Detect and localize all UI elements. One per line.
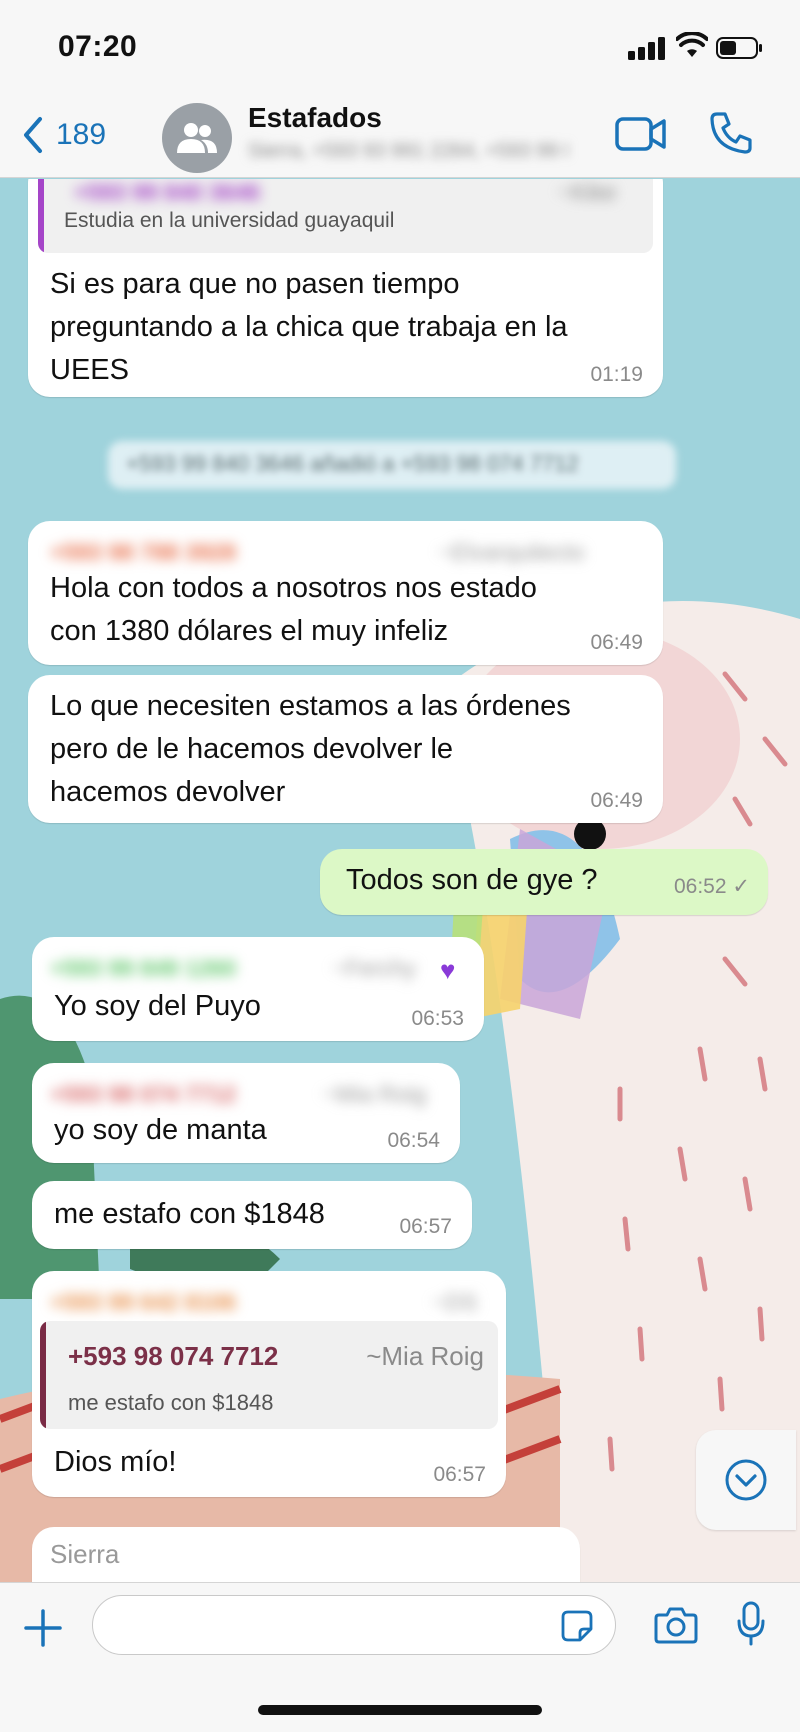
chat-header: 189 Estafados Sierra, +593 93 991 2264, … [0,92,800,178]
message-bubble-6[interactable]: +593 98 074 7712 ~Mia Roig yo soy de man… [32,1063,460,1163]
message-text-line: me estafo con $1848 [54,1198,325,1230]
message-sender: +593 99 642 8106 [50,1289,237,1315]
message-sender-alias: ~DS [432,1289,478,1315]
message-composer [0,1582,800,1732]
message-time: 06:52 [673,875,727,898]
message-bubble-8[interactable]: +593 99 642 8106 ~DS +593 98 074 7712 ~M… [32,1271,506,1497]
message-text-line: Hola con todos a nosotros nos estado [50,572,537,604]
message-sender: +593 99 849 1260 [50,955,237,981]
message-text-line: Todos son de gye ? [346,864,598,896]
scroll-to-bottom-button[interactable] [696,1430,796,1530]
message-time: 01:19 [590,363,643,386]
message-input[interactable] [92,1595,616,1655]
message-text-line: Dios mío! [54,1446,177,1478]
status-bar: 07:20 [0,0,800,92]
message-text-line: yo soy de manta [54,1114,267,1146]
message-bubble-2[interactable]: +593 98 788 3928 ~Elvarquitecto Hola con… [28,521,663,665]
message-text-line: pero de le hacemos devolver le [50,733,454,765]
quoted-text: Estudia en la universidad guayaquil [64,209,395,232]
system-message-text: +593 99 840 3646 añadió a +593 98 074 77… [126,451,579,476]
plus-icon[interactable] [22,1607,64,1649]
message-time: 06:57 [433,1463,486,1486]
chat-title[interactable]: Estafados [248,102,382,134]
checkmark-icon: ✓ [732,875,750,898]
message-text-line: Si es para que no pasen tiempo [50,268,460,300]
battery-icon [716,37,762,59]
message-bubble-1[interactable]: +593 99 840 3646 ~Kike Estudia en la uni… [28,179,663,397]
message-time: 06:54 [387,1129,440,1152]
message-text-line: Yo soy del Puyo [54,990,261,1022]
outgoing-message-bubble[interactable]: Todos son de gye ? 06:52 ✓ [320,849,768,915]
microphone-icon[interactable] [736,1601,766,1647]
message-time: 06:49 [590,631,643,654]
cellular-signal-icon [628,36,668,60]
quoted-message[interactable]: +593 98 074 7712 ~Mia Roig me estafo con… [40,1321,498,1429]
message-sender-alias: ~Elvarquitecto [438,539,585,565]
sticker-icon[interactable] [560,1609,594,1643]
quoted-sender-alias: ~Kike [558,179,617,205]
wifi-icon [676,32,708,57]
scroll-down-icon [725,1459,767,1501]
system-message: +593 99 840 3646 añadió a +593 98 074 77… [108,441,676,489]
message-sender: Sierra [50,1539,120,1569]
quoted-message[interactable]: +593 99 840 3646 ~Kike Estudia en la uni… [38,179,653,253]
group-avatar-icon [177,123,217,153]
chat-subtitle: Sierra, +593 93 991 2264, +593 99 840 12… [248,140,568,162]
back-chevron-icon [24,117,42,153]
message-text-line: preguntando a la chica que trabaja en la [50,311,568,343]
message-sender-alias: ~Ferchy [332,955,416,981]
purple-heart-icon: ♥ [440,955,456,985]
message-time: 06:49 [590,789,643,812]
message-text-line: hacemos devolver [50,776,286,808]
camera-icon[interactable] [654,1605,698,1645]
message-sender-alias: ~Mia Roig [322,1081,427,1107]
back-button[interactable]: 189 [20,112,106,158]
quoted-sender: +593 99 840 3646 [74,179,261,205]
message-time: 06:53 [411,1007,464,1030]
message-sender: +593 98 074 7712 [50,1081,237,1107]
message-text-line: UEES [50,354,129,386]
quoted-text: me estafo con $1848 [68,1390,274,1415]
quoted-sender-alias: ~Mia Roig [366,1341,484,1371]
group-avatar[interactable] [162,103,232,173]
message-bubble-9[interactable]: Sierra [32,1527,580,1582]
video-call-icon[interactable] [614,112,668,156]
message-sender: +593 98 788 3928 [50,539,237,565]
message-time: 06:57 [399,1215,452,1238]
phone-icon[interactable] [708,110,754,156]
message-meta: 06:52 ✓ [674,875,750,899]
quoted-sender: +593 98 074 7712 [68,1341,279,1371]
message-bubble-7[interactable]: me estafo con $1848 06:57 [32,1181,472,1249]
status-time: 07:20 [58,30,138,63]
chat-area[interactable]: +593 99 840 3646 ~Kike Estudia en la uni… [0,179,800,1582]
unread-count: 189 [56,118,107,151]
message-bubble-5[interactable]: +593 99 849 1260 ~Ferchy ♥ Yo soy del Pu… [32,937,484,1041]
message-text-line: Lo que necesiten estamos a las órdenes [50,690,571,722]
message-bubble-3[interactable]: Lo que necesiten estamos a las órdenes p… [28,675,663,823]
message-text-line: con 1380 dólares el muy infeliz [50,615,449,647]
home-indicator [258,1705,542,1715]
